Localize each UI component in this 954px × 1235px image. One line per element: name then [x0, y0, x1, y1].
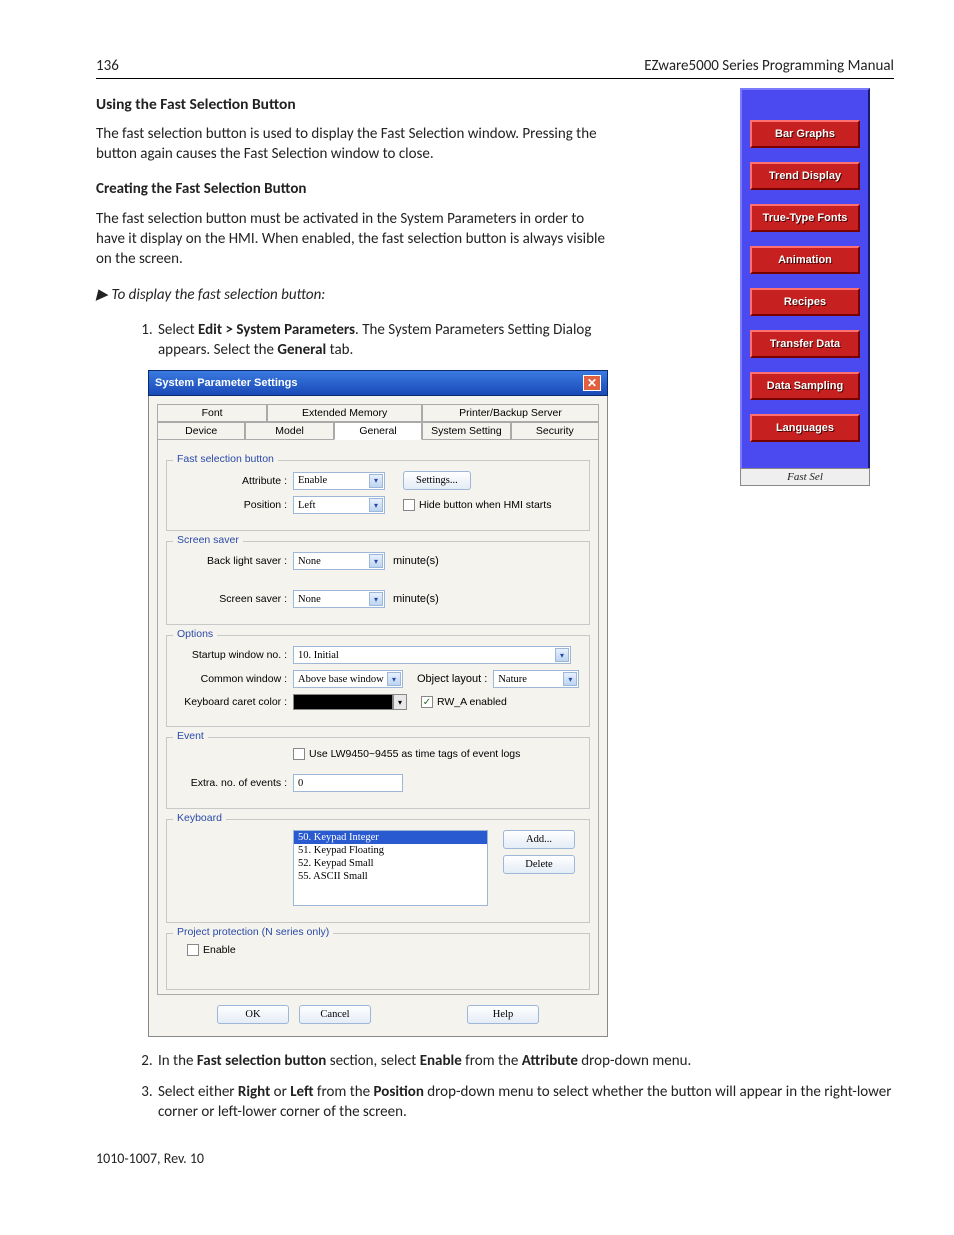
backlight-label: Back light saver :	[175, 555, 293, 567]
caret-color-picker[interactable]	[293, 694, 393, 710]
fastsel-data-sampling[interactable]: Data Sampling	[750, 372, 860, 400]
object-layout-label: Object layout :	[417, 673, 493, 685]
page-header: 136 EZware5000 Series Programming Manual	[96, 56, 894, 79]
group-title-saver: Screen saver	[173, 534, 243, 546]
list-item[interactable]: 51. Keypad Floating	[294, 844, 487, 857]
tab-printer-backup[interactable]: Printer/Backup Server	[422, 404, 599, 422]
use-lw-checkbox[interactable]: Use LW9450~9455 as time tags of event lo…	[293, 748, 520, 760]
chevron-down-icon: ▾	[387, 672, 401, 686]
fastsel-bar-graphs[interactable]: Bar Graphs	[750, 120, 860, 148]
position-label: Position :	[175, 499, 293, 511]
group-event: Event Use LW9450~9455 as time tags of ev…	[166, 737, 590, 809]
chevron-down-icon: ▾	[555, 648, 569, 662]
close-icon[interactable]: ✕	[583, 375, 601, 391]
manual-title: EZware5000 Series Programming Manual	[644, 56, 894, 76]
group-options: Options Startup window no. : 10. Initial…	[166, 635, 590, 727]
tab-extended-memory[interactable]: Extended Memory	[267, 404, 422, 422]
rwa-enabled-checkbox[interactable]: ✓RW_A enabled	[421, 696, 507, 708]
add-button[interactable]: Add...	[503, 830, 575, 849]
dialog-title: System Parameter Settings	[155, 377, 297, 389]
list-item[interactable]: 52. Keypad Small	[294, 857, 487, 870]
chevron-down-icon: ▾	[563, 672, 577, 686]
tab-device[interactable]: Device	[157, 422, 245, 440]
fastsel-trend-display[interactable]: Trend Display	[750, 162, 860, 190]
tabs-row-2: Device Model General System Setting Secu…	[157, 422, 599, 440]
group-title-fast: Fast selection button	[173, 453, 278, 465]
group-title-keyboard: Keyboard	[173, 812, 226, 824]
position-dropdown[interactable]: Left▾	[293, 496, 385, 514]
minutes-label: minute(s)	[393, 555, 439, 567]
tab-general[interactable]: General	[334, 422, 422, 440]
fastsel-languages[interactable]: Languages	[750, 414, 860, 442]
backlight-dropdown[interactable]: None▾	[293, 552, 385, 570]
settings-button[interactable]: Settings...	[403, 471, 471, 490]
caret-color-label: Keyboard caret color :	[175, 696, 293, 708]
cancel-button[interactable]: Cancel	[299, 1005, 371, 1024]
delete-button[interactable]: Delete	[503, 855, 575, 874]
keyboard-listbox[interactable]: 50. Keypad Integer 51. Keypad Floating 5…	[293, 830, 488, 906]
chevron-down-icon: ▾	[369, 592, 383, 606]
chevron-down-icon: ▾	[369, 498, 383, 512]
fastsel-transfer-data[interactable]: Transfer Data	[750, 330, 860, 358]
tab-system-setting[interactable]: System Setting	[422, 422, 510, 440]
project-enable-checkbox[interactable]: Enable	[187, 944, 236, 956]
body-paragraph: The fast selection button must be activa…	[96, 209, 616, 270]
group-title-project: Project protection (N series only)	[173, 926, 333, 938]
chevron-down-icon: ▾	[369, 554, 383, 568]
list-item[interactable]: 50. Keypad Integer	[294, 831, 487, 844]
object-layout-dropdown[interactable]: Nature▾	[493, 670, 579, 688]
group-title-event: Event	[173, 730, 208, 742]
tab-font[interactable]: Font	[157, 404, 267, 422]
triangle-icon: ▶	[96, 286, 108, 303]
ok-button[interactable]: OK	[217, 1005, 289, 1024]
tab-security[interactable]: Security	[511, 422, 599, 440]
step-1: Select Edit > System Parameters. The Sys…	[156, 320, 636, 361]
group-keyboard: Keyboard 50. Keypad Integer 51. Keypad F…	[166, 819, 590, 923]
extra-events-input[interactable]: 0	[293, 774, 403, 792]
fastsel-recipes[interactable]: Recipes	[750, 288, 860, 316]
startup-window-label: Startup window no. :	[175, 649, 293, 661]
fast-selection-window: Bar Graphs Trend Display True-Type Fonts…	[740, 88, 870, 472]
fast-sel-button[interactable]: Fast Sel	[740, 468, 870, 486]
tabs-row-1: Font Extended Memory Printer/Backup Serv…	[157, 404, 599, 422]
help-button[interactable]: Help	[467, 1005, 539, 1024]
list-item[interactable]: 55. ASCII Small	[294, 870, 487, 883]
group-title-options: Options	[173, 628, 217, 640]
hide-on-start-checkbox[interactable]: Hide button when HMI starts	[403, 499, 551, 511]
group-screen-saver: Screen saver Back light saver : None▾ mi…	[166, 541, 590, 625]
screensaver-label: Screen saver :	[175, 593, 293, 605]
chevron-down-icon: ▾	[369, 474, 383, 488]
intro-paragraph: The fast selection button is used to dis…	[96, 124, 616, 165]
group-fast-selection: Fast selection button Attribute : Enable…	[166, 460, 590, 531]
step-2: In the Fast selection button section, se…	[156, 1051, 894, 1071]
attribute-dropdown[interactable]: Enable▾	[293, 472, 385, 490]
step-3: Select either Right or Left from the Pos…	[156, 1082, 894, 1123]
dialog-titlebar[interactable]: System Parameter Settings ✕	[148, 370, 608, 396]
chevron-down-icon[interactable]: ▾	[393, 694, 407, 710]
tab-model[interactable]: Model	[245, 422, 333, 440]
common-window-dropdown[interactable]: Above base window▾	[293, 670, 403, 688]
screensaver-dropdown[interactable]: None▾	[293, 590, 385, 608]
dialog-footer: OK Cancel Help	[157, 995, 599, 1026]
system-parameter-dialog: System Parameter Settings ✕ Font Extende…	[148, 370, 608, 1037]
group-project-protection: Project protection (N series only) Enabl…	[166, 933, 590, 990]
fastsel-true-type-fonts[interactable]: True-Type Fonts	[750, 204, 860, 232]
attribute-label: Attribute :	[175, 475, 293, 487]
fastsel-animation[interactable]: Animation	[750, 246, 860, 274]
startup-window-dropdown[interactable]: 10. Initial▾	[293, 646, 571, 664]
page-footer: 1010-1007, Rev. 10	[96, 1150, 204, 1169]
extra-events-label: Extra. no. of events :	[175, 777, 293, 789]
minutes-label: minute(s)	[393, 593, 439, 605]
common-window-label: Common window :	[175, 673, 293, 685]
page-number: 136	[96, 56, 119, 76]
